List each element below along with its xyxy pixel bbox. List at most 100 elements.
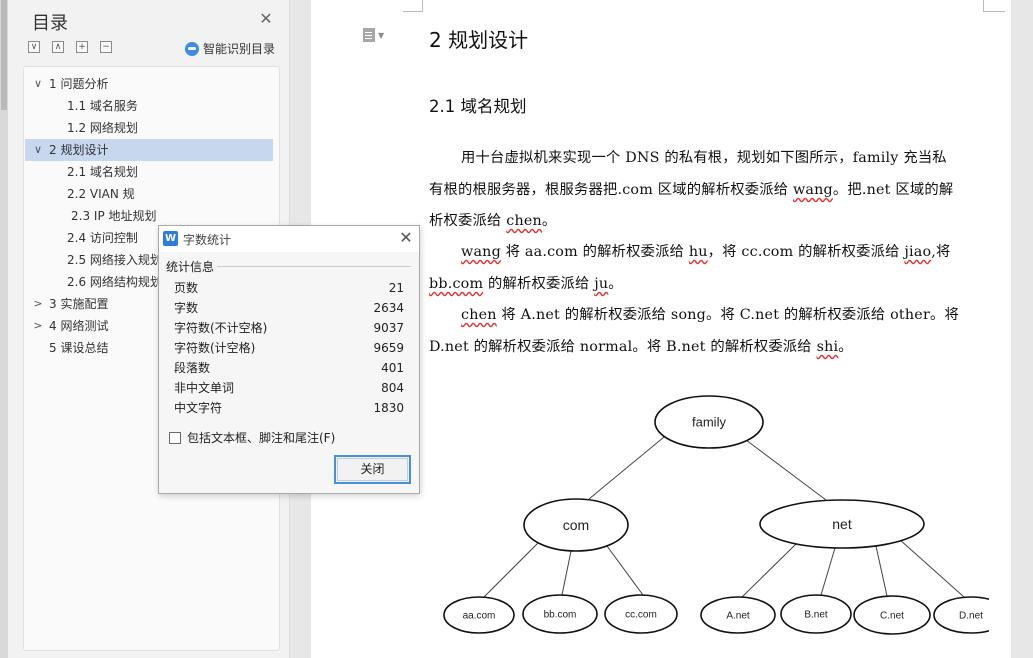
text-line: chen 将 A.net 的解析权委派给 song。将 C.net 的解析权委派… bbox=[429, 303, 984, 324]
close-icon[interactable]: ✕ bbox=[258, 11, 274, 27]
page-corner-mark bbox=[403, 0, 423, 12]
toc-item-label: 2.5 网络接入规划 bbox=[67, 253, 162, 267]
tree-edge bbox=[745, 439, 827, 501]
include-textbox-checkbox[interactable]: 包括文本框、脚注和尾注(F) bbox=[169, 429, 335, 446]
add-level-icon[interactable]: + bbox=[76, 41, 88, 53]
chevron-down-icon[interactable]: ∨ bbox=[31, 139, 45, 161]
toc-item-label: 1 问题分析 bbox=[49, 77, 109, 91]
text-line: 用十台虚拟机来实现一个 DNS 的私有根，规划如下图所示，family 充当私 bbox=[429, 146, 984, 167]
tree-node-label: bb.com bbox=[544, 610, 577, 621]
toc-title: 目录 bbox=[32, 13, 68, 34]
chevron-right-icon[interactable]: > bbox=[31, 315, 45, 337]
smart-toc-label: 智能识别目录 bbox=[203, 42, 276, 56]
misspelled-word: shi bbox=[816, 339, 839, 355]
paragraph-options-button[interactable]: ▼ bbox=[363, 28, 384, 42]
chevron-right-icon[interactable]: > bbox=[31, 293, 45, 315]
close-icon[interactable]: ✕ bbox=[397, 229, 415, 247]
misspelled-word: chen bbox=[506, 213, 542, 229]
text-run: 。 bbox=[608, 276, 623, 292]
text-run: 析权委派给 bbox=[429, 213, 507, 229]
stat-label: 段落数 bbox=[174, 361, 211, 375]
misspelled-word: ju bbox=[594, 276, 609, 292]
checkbox-icon[interactable] bbox=[169, 431, 181, 444]
text-run: 。 bbox=[541, 213, 557, 229]
stat-value: 804 bbox=[381, 381, 404, 395]
toc-item-label: 2.4 访问控制 bbox=[67, 231, 138, 245]
tree-edge bbox=[483, 541, 540, 598]
toc-item[interactable]: 1.1 域名服务 bbox=[25, 95, 273, 117]
tree-node-label: family bbox=[692, 415, 726, 430]
toc-item[interactable]: 2.3 IP 地址规划 bbox=[25, 205, 273, 227]
tree-edge bbox=[741, 543, 797, 598]
ai-icon bbox=[185, 41, 199, 56]
text-line: wang 将 aa.com 的解析权委派给 hu，将 cc.com 的解析权委派… bbox=[429, 240, 984, 261]
misspelled-word: jiao bbox=[904, 244, 932, 260]
tree-node-label: com bbox=[563, 517, 589, 533]
toc-item-label: 2 规划设计 bbox=[49, 143, 109, 157]
stat-row: 字符数(计空格) 9659 bbox=[174, 338, 404, 358]
text-run: 。把.net 区域的解 bbox=[832, 182, 954, 198]
close-button[interactable]: 关闭 bbox=[334, 455, 411, 484]
tree-edge bbox=[588, 436, 665, 500]
stat-value: 9659 bbox=[373, 341, 404, 355]
stat-label: 中文字符 bbox=[174, 401, 223, 415]
toc-item[interactable]: 1.2 网络规划 bbox=[25, 117, 273, 139]
text-run: 。 bbox=[838, 339, 853, 355]
misspelled-word: hu bbox=[688, 244, 708, 260]
misspelled-word: bb.com bbox=[429, 276, 484, 292]
stat-row: 字数 2634 bbox=[174, 298, 404, 318]
toc-item[interactable]: ∨ 2 规划设计 bbox=[25, 139, 273, 161]
stats-group-label: 统计信息 bbox=[166, 260, 215, 274]
text-line: D.net 的解析权委派给 normal。将 B.net 的解析权委派给 shi… bbox=[429, 335, 984, 356]
stat-value: 9037 bbox=[373, 321, 404, 335]
toc-item-label: 2.2 VIAN 规 bbox=[67, 187, 135, 201]
stat-row: 段落数 401 bbox=[174, 358, 404, 378]
toc-item-label: 2.3 IP 地址规划 bbox=[71, 209, 157, 223]
remove-level-icon[interactable]: − bbox=[100, 41, 112, 53]
toc-item-label: 2.6 网络结构规划 bbox=[67, 275, 162, 289]
toc-item-label: 1.2 网络规划 bbox=[67, 121, 138, 135]
text-line: 有根的根服务器，根服务器把.com 区域的解析权委派给 wang。把.net 区… bbox=[429, 178, 984, 199]
word-count-dialog: W 字数统计 ✕ 统计信息 页数 21 字数 2634 字符数(不计空格) 9037 字符数… bbox=[158, 225, 420, 494]
stat-label: 字数 bbox=[174, 301, 199, 315]
tree-node-label: C.net bbox=[880, 611, 904, 622]
smart-toc-button[interactable]: 智能识别目录 bbox=[185, 40, 275, 57]
toc-item-label: 4 网络测试 bbox=[49, 319, 109, 333]
toc-item[interactable]: 2.2 VIAN 规 bbox=[25, 183, 273, 205]
text-run: ，将 cc.com 的解析权委派给 bbox=[707, 244, 905, 260]
left-scrollbar[interactable] bbox=[0, 0, 8, 658]
stat-value: 1830 bbox=[373, 401, 404, 415]
toc-item-label: 1.1 域名服务 bbox=[67, 99, 138, 113]
collapse-all-icon[interactable]: ∨ bbox=[28, 41, 40, 53]
text-run: 用十台虚拟机来实现一个 DNS 的私有根，规划如下图所示，family 充当私 bbox=[461, 150, 947, 166]
tree-edge bbox=[820, 547, 836, 596]
toc-item[interactable]: 2.1 域名规划 bbox=[25, 161, 273, 183]
document-icon bbox=[363, 28, 375, 42]
tree-edge bbox=[606, 545, 644, 596]
stat-row: 中文字符 1830 bbox=[174, 398, 404, 418]
toc-item-label: 3 实施配置 bbox=[49, 297, 109, 311]
dialog-titlebar[interactable]: W 字数统计 ✕ bbox=[159, 226, 419, 252]
toc-item-label: 5 课设总结 bbox=[49, 341, 109, 355]
stat-value: 401 bbox=[381, 361, 404, 375]
stat-value: 2634 bbox=[373, 301, 404, 315]
left-scrollbar-thumb[interactable] bbox=[1, 0, 7, 110]
text-line: bb.com 的解析权委派给 ju。 bbox=[429, 272, 984, 293]
text-line: 析权委派给 chen。 bbox=[429, 209, 984, 230]
tree-node-label: aa.com bbox=[463, 611, 496, 622]
divider bbox=[217, 266, 411, 267]
text-run: 将 aa.com 的解析权委派给 bbox=[500, 244, 689, 260]
text-run: ,将 bbox=[931, 244, 951, 260]
tree-node-label: D.net bbox=[959, 611, 983, 622]
tree-node-label: cc.com bbox=[625, 610, 657, 621]
stat-label: 页数 bbox=[174, 281, 199, 295]
expand-all-icon[interactable]: ∧ bbox=[52, 41, 64, 53]
text-run: 将 A.net 的解析权委派给 song。将 C.net 的解析权委派给 oth… bbox=[496, 307, 959, 323]
text-run: D.net 的解析权委派给 normal。将 B.net 的解析权委派给 bbox=[429, 339, 817, 355]
wps-logo-icon: W bbox=[163, 231, 178, 246]
dns-tree-diagram: family com net aa.com bb.com cc.com A.net B.net… bbox=[443, 395, 989, 635]
toc-item[interactable]: ∨ 1 问题分析 bbox=[25, 73, 273, 95]
chevron-down-icon[interactable]: ∨ bbox=[31, 73, 45, 95]
heading-1: 2 规划设计 bbox=[429, 28, 529, 52]
dialog-title: 字数统计 bbox=[183, 233, 232, 247]
